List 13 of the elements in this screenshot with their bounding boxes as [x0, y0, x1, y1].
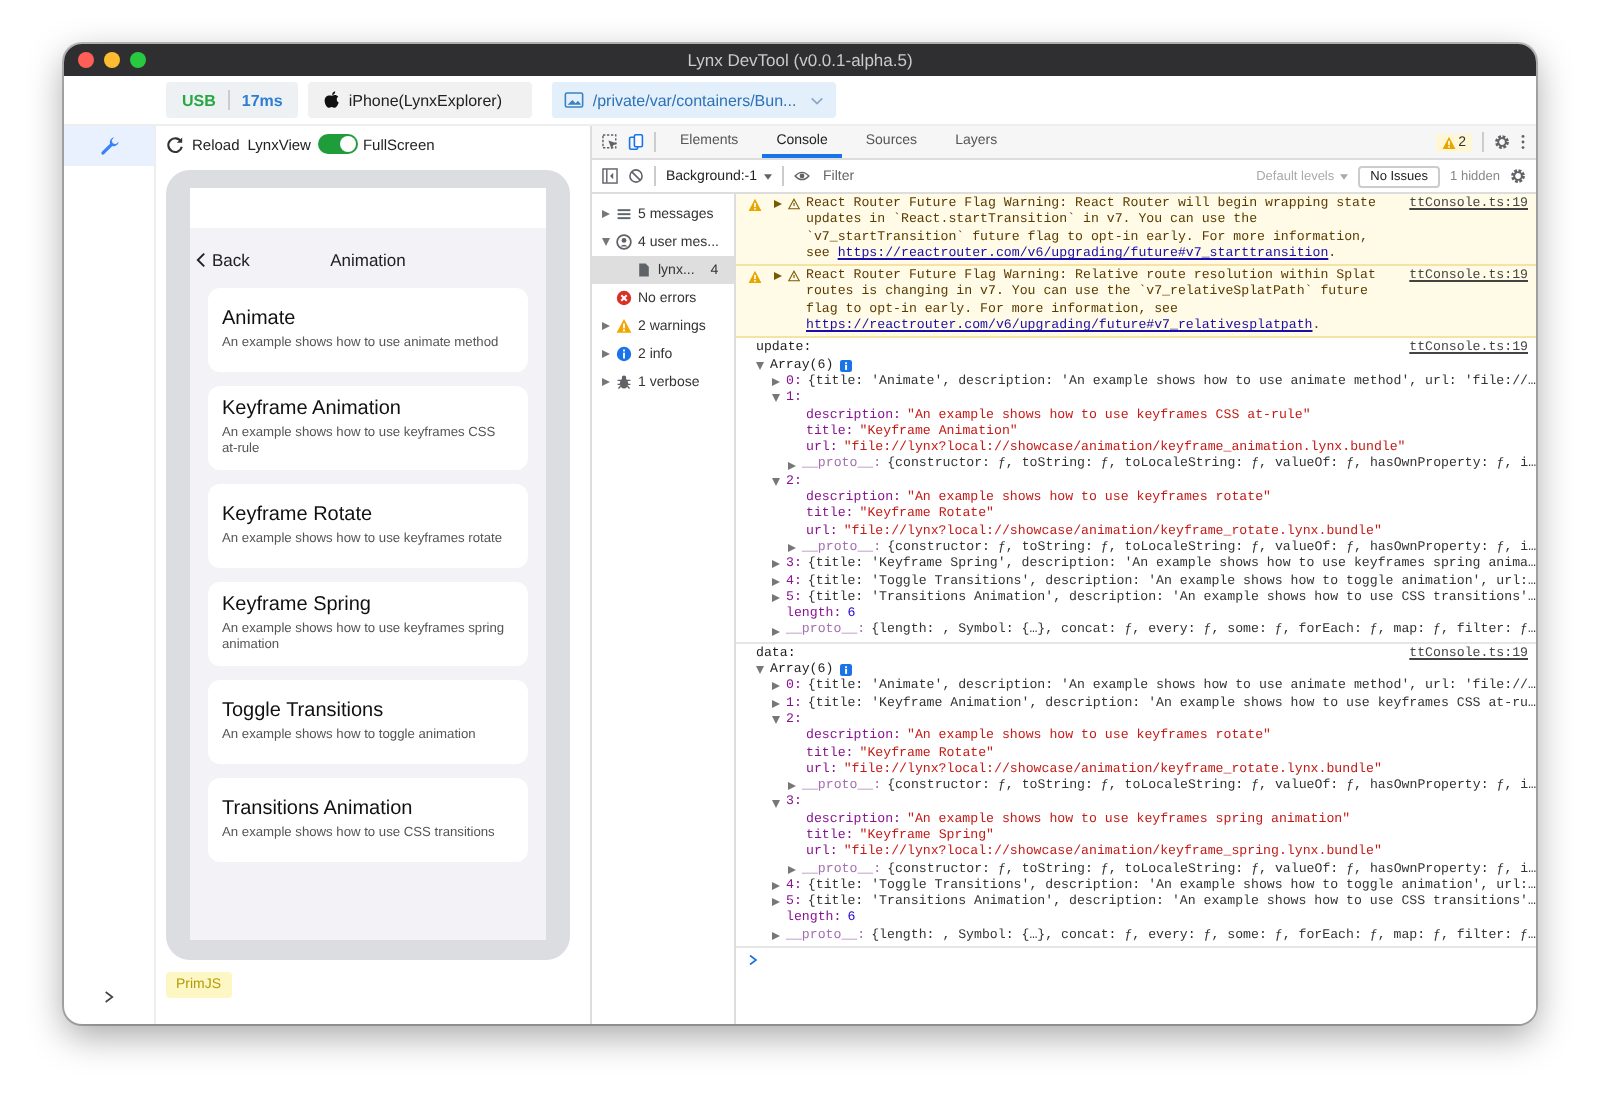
page-selector[interactable]: /private/var/containers/Bun...: [552, 82, 837, 118]
device-selector[interactable]: iPhone(LynxExplorer): [308, 82, 533, 118]
window-title: Lynx DevTool (v0.0.1-alpha.5): [687, 50, 913, 70]
card-title: Keyframe Spring: [222, 593, 373, 616]
screen-title: Animation: [330, 250, 406, 270]
card-title: Animate: [222, 307, 298, 330]
latency-label: 17ms: [241, 91, 283, 109]
card-title: Toggle Transitions: [222, 699, 386, 722]
back-button[interactable]: Back: [196, 250, 250, 270]
connection-type: USB: [182, 91, 216, 109]
card-title: Keyframe Animation: [222, 397, 403, 420]
card-title: Transitions Animation: [222, 797, 415, 820]
card-title: Keyframe Rotate: [222, 503, 375, 526]
